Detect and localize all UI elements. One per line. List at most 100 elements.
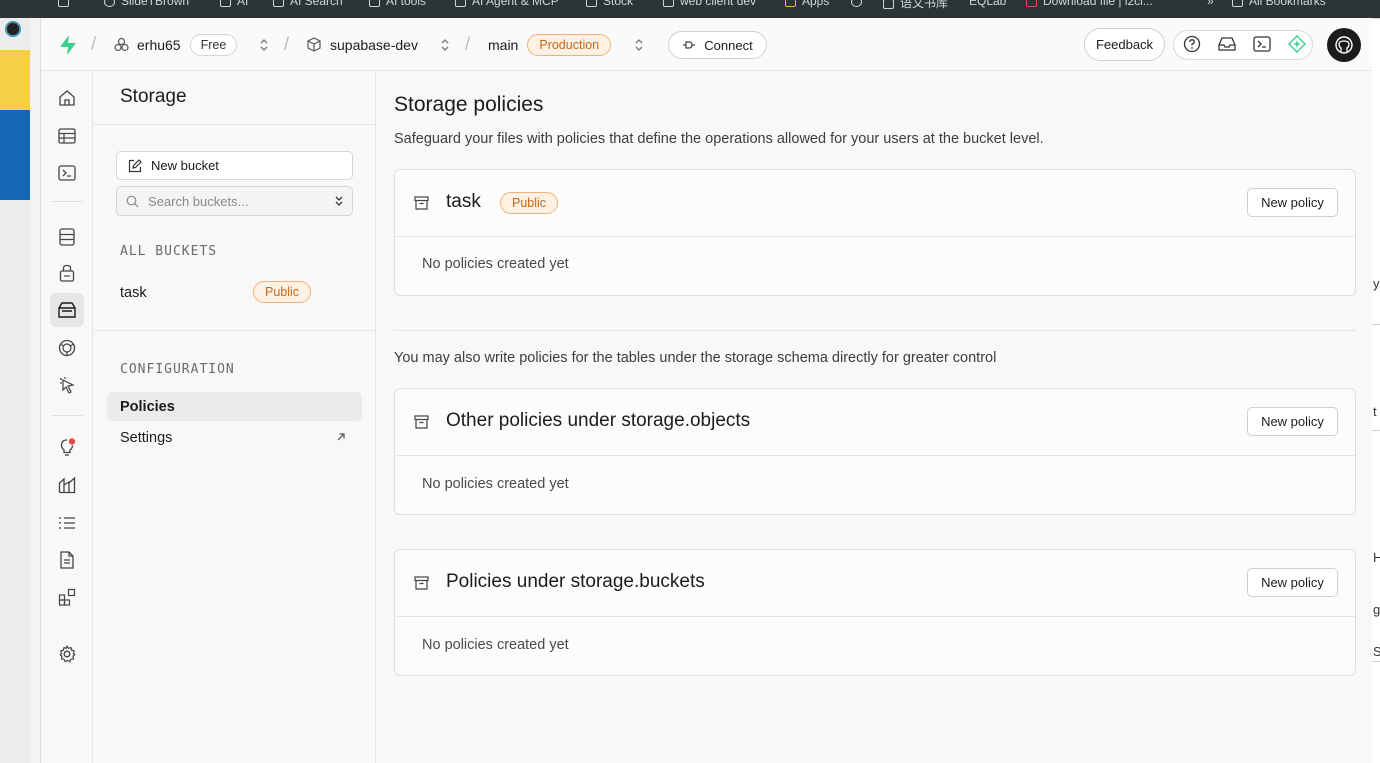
chevrons-up-down-icon[interactable] xyxy=(334,194,344,208)
bookmark-item[interactable]: AI Search xyxy=(273,0,343,8)
nav-divider xyxy=(51,415,83,416)
nav-storage[interactable] xyxy=(50,293,84,327)
bookmark-item[interactable] xyxy=(851,0,868,8)
bookmark-label: AI xyxy=(237,0,249,8)
empty-policies-text: No policies created yet xyxy=(422,256,569,272)
connect-button[interactable]: Connect xyxy=(668,31,767,59)
user-avatar[interactable] xyxy=(1327,28,1361,62)
project-selector[interactable]: supabase-dev xyxy=(307,18,418,71)
nav-divider xyxy=(51,201,83,202)
bookmark-item[interactable]: SlideTBrown xyxy=(104,0,189,8)
bookmark-item[interactable]: AI tools xyxy=(369,0,426,8)
nav-authentication[interactable] xyxy=(50,256,84,290)
github-avatar-icon xyxy=(1335,36,1353,54)
project-name: supabase-dev xyxy=(330,36,418,53)
assistant-button[interactable] xyxy=(1282,29,1312,59)
nav-table-editor[interactable] xyxy=(50,119,84,153)
nav-reports[interactable] xyxy=(50,468,84,502)
home-icon xyxy=(59,90,75,106)
cube-icon xyxy=(307,37,321,52)
bookmark-item[interactable]: web client dev xyxy=(663,0,756,8)
archive-icon xyxy=(414,415,429,429)
nav-sql-editor[interactable] xyxy=(50,156,84,190)
bookmark-item[interactable]: 语文书库 xyxy=(883,0,948,11)
org-selector[interactable]: erhu65 Free xyxy=(114,18,238,71)
background-panel xyxy=(0,110,30,200)
org-icon xyxy=(114,37,129,52)
edge-functions-icon xyxy=(58,339,76,357)
nav-project-settings[interactable] xyxy=(50,637,84,671)
storage-schema-note: You may also write policies for the tabl… xyxy=(394,350,997,366)
all-bookmarks[interactable]: All Bookmarks xyxy=(1232,0,1326,8)
sql-terminal-button[interactable] xyxy=(1247,29,1277,59)
org-switcher-chevrons[interactable] xyxy=(259,18,269,71)
bookmark-item[interactable]: AI xyxy=(220,0,248,8)
top-bar: / erhu65 Free / supabase-dev / main Prod… xyxy=(41,18,1372,71)
new-bucket-button[interactable]: New bucket xyxy=(116,151,353,180)
storage-archive-icon xyxy=(58,302,76,318)
nav-edge-functions[interactable] xyxy=(50,331,84,365)
config-item-policies[interactable]: Policies xyxy=(107,392,362,421)
bucket-item-task[interactable]: task Public xyxy=(120,281,320,305)
chart-bar-icon xyxy=(58,476,76,494)
bookmark-item[interactable]: EQLab xyxy=(969,0,1006,8)
background-text: S xyxy=(1373,644,1380,659)
policy-card-title: Policies under storage.buckets xyxy=(446,571,705,592)
branch-name: main xyxy=(488,36,519,53)
nav-logs[interactable] xyxy=(50,506,84,540)
list-icon xyxy=(59,517,75,529)
supabase-logo[interactable] xyxy=(58,18,78,71)
supabase-logo-icon xyxy=(60,34,76,55)
section-divider xyxy=(394,330,1356,331)
org-name: erhu65 xyxy=(137,36,181,53)
inbox-button[interactable] xyxy=(1212,29,1242,59)
background-text: H xyxy=(1373,550,1380,565)
browser-bookmarks-bar: SlideTBrown AI AI Search AI tools AI Age… xyxy=(0,0,1380,18)
nav-home[interactable] xyxy=(50,81,84,115)
feedback-button[interactable]: Feedback xyxy=(1084,28,1165,61)
background-text: g xyxy=(1373,602,1380,617)
bookmark-label: web client dev xyxy=(680,0,757,8)
policy-card-task: task Public New policy No policies creat… xyxy=(394,169,1356,296)
new-policy-button[interactable]: New policy xyxy=(1247,188,1338,217)
bookmark-label: AI tools xyxy=(386,0,427,8)
storage-sidebar-title: Storage xyxy=(120,86,187,107)
policy-card-title: Other policies under storage.objects xyxy=(446,410,751,431)
bookmark-label: 语文书库 xyxy=(900,0,949,10)
bookmarks-overflow[interactable]: » xyxy=(1207,0,1214,8)
search-buckets-input[interactable]: Search buckets... xyxy=(116,186,353,216)
new-policy-button[interactable]: New policy xyxy=(1247,568,1338,597)
policy-card-title: task xyxy=(446,191,481,212)
bookmark-item[interactable]: AI Agent & MCP xyxy=(455,0,559,8)
nav-integrations[interactable] xyxy=(50,580,84,614)
bookmarks-grid-icon[interactable] xyxy=(58,0,75,8)
nav-database[interactable] xyxy=(50,220,84,254)
page-title: Storage policies xyxy=(394,93,544,116)
bookmark-label: AI Search xyxy=(290,0,343,8)
policy-card-header: Policies under storage.buckets New polic… xyxy=(395,550,1355,617)
nav-api-docs[interactable] xyxy=(50,543,84,577)
nav-realtime[interactable] xyxy=(50,368,84,402)
lock-icon xyxy=(59,264,75,282)
background-window-left xyxy=(0,18,30,763)
config-item-settings[interactable]: Settings xyxy=(107,423,362,452)
bookmark-label: AI Agent & MCP xyxy=(472,0,559,8)
bucket-name: task xyxy=(120,285,147,301)
branch-selector[interactable]: main Production xyxy=(488,18,612,71)
plug-icon xyxy=(683,41,696,49)
supabase-app: / erhu65 Free / supabase-dev / main Prod… xyxy=(40,18,1372,763)
project-switcher-chevrons[interactable] xyxy=(440,18,450,71)
connect-label: Connect xyxy=(704,37,753,53)
bucket-public-badge: Public xyxy=(500,192,559,214)
bookmark-item[interactable]: Apps xyxy=(785,0,829,8)
background-window-right: y t H g S xyxy=(1371,18,1380,763)
help-button[interactable] xyxy=(1177,29,1207,59)
bookmark-label: Apps xyxy=(802,0,830,8)
branch-switcher-chevrons[interactable] xyxy=(634,18,644,71)
bookmark-item[interactable]: Stock xyxy=(586,0,633,8)
search-buckets-placeholder: Search buckets... xyxy=(148,193,249,209)
terminal-icon xyxy=(58,165,76,181)
bookmark-item[interactable]: Download file | i2ci... xyxy=(1026,0,1153,8)
new-policy-button[interactable]: New policy xyxy=(1247,407,1338,436)
nav-advisors[interactable] xyxy=(50,431,84,465)
